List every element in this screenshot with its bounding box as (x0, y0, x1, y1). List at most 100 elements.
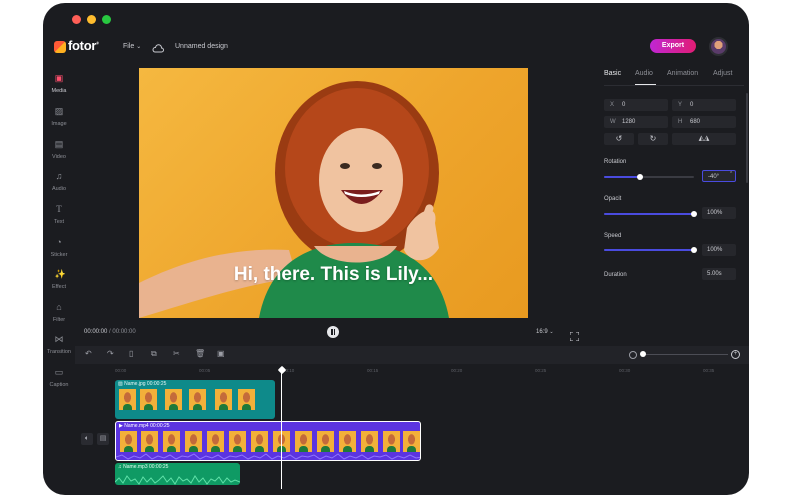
clip-thumbnail (317, 431, 334, 452)
speed-slider[interactable] (604, 249, 696, 251)
timeline-ruler[interactable]: 00:00 00:05 00:10 00:15 00:20 00:25 00:3… (115, 368, 749, 378)
chevron-down-icon: ⌄ (136, 44, 142, 50)
music-note-icon: ♫ (118, 464, 122, 470)
sidebar-item-label: Video (52, 154, 66, 160)
pause-button[interactable] (327, 326, 339, 338)
fotor-logo[interactable]: fotor® (68, 38, 99, 53)
fullscreen-icon[interactable] (569, 328, 580, 342)
redo-icon[interactable]: ↷ (107, 349, 114, 358)
playhead-line[interactable] (281, 371, 282, 489)
opacity-slider[interactable] (604, 213, 696, 215)
duplicate-icon[interactable]: ⧉ (151, 349, 157, 359)
export-button[interactable]: Export (650, 39, 696, 53)
tab-audio[interactable]: Audio (635, 70, 653, 77)
crop-icon[interactable]: ✂ (173, 349, 180, 358)
time-separator: / (109, 329, 111, 335)
undo-icon[interactable]: ↶ (85, 349, 92, 358)
ruler-label: 00:05 (199, 368, 211, 373)
speed-value-input[interactable]: 100% (702, 244, 736, 256)
w-value: 1280 (622, 119, 636, 125)
duration-label: Duration (604, 272, 627, 278)
y-position-field[interactable]: Y0 (672, 99, 736, 111)
sidebar-item-transition[interactable]: ⋈ Transition (43, 329, 75, 356)
sidebar-item-label: Media (51, 88, 67, 94)
clip-thumbnail (140, 389, 157, 410)
panel-scrollbar[interactable] (746, 93, 748, 183)
clip-thumbnail (339, 431, 356, 452)
clip-thumbnail (189, 389, 206, 410)
audio-clip[interactable]: ♫ Name.mp3 00:00:25 (115, 463, 240, 485)
speed-label: Speed (604, 233, 622, 239)
rotation-slider[interactable] (604, 176, 694, 178)
pause-icon-bar (333, 329, 335, 335)
zoom-slider-thumb[interactable] (640, 351, 646, 357)
sidebar-item-image[interactable]: ▨ Image (43, 101, 75, 128)
tabs-divider (604, 85, 744, 86)
x-position-field[interactable]: X0 (604, 99, 668, 111)
opacity-slider-thumb[interactable] (691, 211, 697, 217)
zoom-slider[interactable] (640, 354, 728, 355)
sidebar-item-audio[interactable]: ♫ Audio (43, 166, 75, 193)
sidebar-item-video[interactable]: ▤ Video (43, 134, 75, 161)
zoom-out-icon[interactable] (629, 351, 637, 359)
x-label: X (610, 102, 615, 108)
sidebar-item-media[interactable]: ▣ Media (43, 68, 75, 95)
aspect-ratio-select[interactable]: 16:9 ⌄ (536, 329, 554, 335)
tab-animation[interactable]: Animation (667, 70, 698, 77)
audio-clip-duration: 00:00:25 (148, 464, 169, 470)
text-icon: T (56, 204, 62, 214)
film-icon: ▤ (99, 435, 107, 442)
ruler-label: 00:30 (619, 368, 631, 373)
snapshot-icon[interactable]: ▣ (217, 349, 225, 358)
cloud-save-icon[interactable] (152, 41, 164, 53)
rotation-slider-thumb[interactable] (637, 174, 643, 180)
y-label: Y (678, 102, 683, 108)
duration-value-input[interactable]: 5.00s (702, 268, 736, 280)
rotation-label: Rotation (604, 159, 627, 165)
speed-slider-thumb[interactable] (691, 247, 697, 253)
sidebar-item-text[interactable]: T Text (43, 199, 75, 226)
chevron-up-icon[interactable]: ⌃ (729, 171, 733, 177)
image-clip-name: Name.jpg (124, 381, 146, 387)
rotate-right-button[interactable]: ↻ (638, 133, 668, 145)
video-icon: ▶ (119, 423, 123, 429)
tab-basic[interactable]: Basic (604, 70, 621, 77)
timeline-toolbar: ↶ ↷ ▯ ⧉ ✂ 🗑︎ ▣ + (75, 346, 749, 364)
user-avatar[interactable] (709, 37, 728, 56)
maximize-window-dot[interactable] (102, 15, 111, 24)
opacity-value-input[interactable]: 100% (702, 207, 736, 219)
video-clip[interactable]: ▶ Name.mp4 00:00:25 (115, 421, 421, 461)
y-value: 0 (690, 102, 694, 108)
clip-thumbnail (229, 431, 246, 452)
zoom-in-icon[interactable]: + (731, 350, 740, 359)
image-clip[interactable]: ▨ Name.jpg 00:00:25 (115, 380, 275, 419)
project-name[interactable]: Unnamed design (175, 43, 228, 50)
left-sidebar: ▣ Media ▨ Image ▤ Video ♫ Audio T Text ◔… (43, 63, 75, 403)
sidebar-item-label: Audio (51, 186, 67, 192)
flip-icon: ◭◮ (698, 135, 710, 142)
sidebar-item-label: Sticker (50, 252, 68, 258)
flip-button[interactable]: ◭◮ (672, 133, 736, 145)
sidebar-item-filter[interactable]: ⌂ Filter (43, 297, 75, 324)
rotate-left-icon: ↺ (615, 134, 623, 143)
tab-adjust[interactable]: Adjust (713, 70, 732, 77)
sidebar-item-label: Image (51, 121, 67, 127)
clip-thumbnail (361, 431, 378, 452)
track-mute-button[interactable]: 🔈︎ (81, 433, 93, 445)
image-clip-label: ▨ Name.jpg 00:00:25 (118, 381, 166, 387)
rotate-right-icon: ↻ (649, 134, 657, 143)
width-field[interactable]: W 1280 (604, 116, 668, 128)
file-menu[interactable]: File ⌄ (123, 43, 141, 50)
sidebar-item-sticker[interactable]: ◔ Sticker (43, 232, 75, 259)
delete-icon[interactable]: 🗑︎ (195, 349, 205, 358)
track-visibility-button[interactable]: ▤ (97, 433, 109, 445)
video-preview[interactable]: Hi, there. This is Lily... (139, 68, 528, 318)
rotate-left-button[interactable]: ↺ (604, 133, 634, 145)
sidebar-item-caption[interactable]: ▭ Caption (43, 362, 75, 389)
minimize-window-dot[interactable] (87, 15, 96, 24)
height-field[interactable]: H 680 (672, 116, 736, 128)
close-window-dot[interactable] (72, 15, 81, 24)
audio-clip-label: ♫ Name.mp3 00:00:25 (118, 464, 168, 470)
sidebar-item-effect[interactable]: ✨ Effect (43, 264, 75, 291)
split-icon[interactable]: ▯ (129, 349, 133, 358)
